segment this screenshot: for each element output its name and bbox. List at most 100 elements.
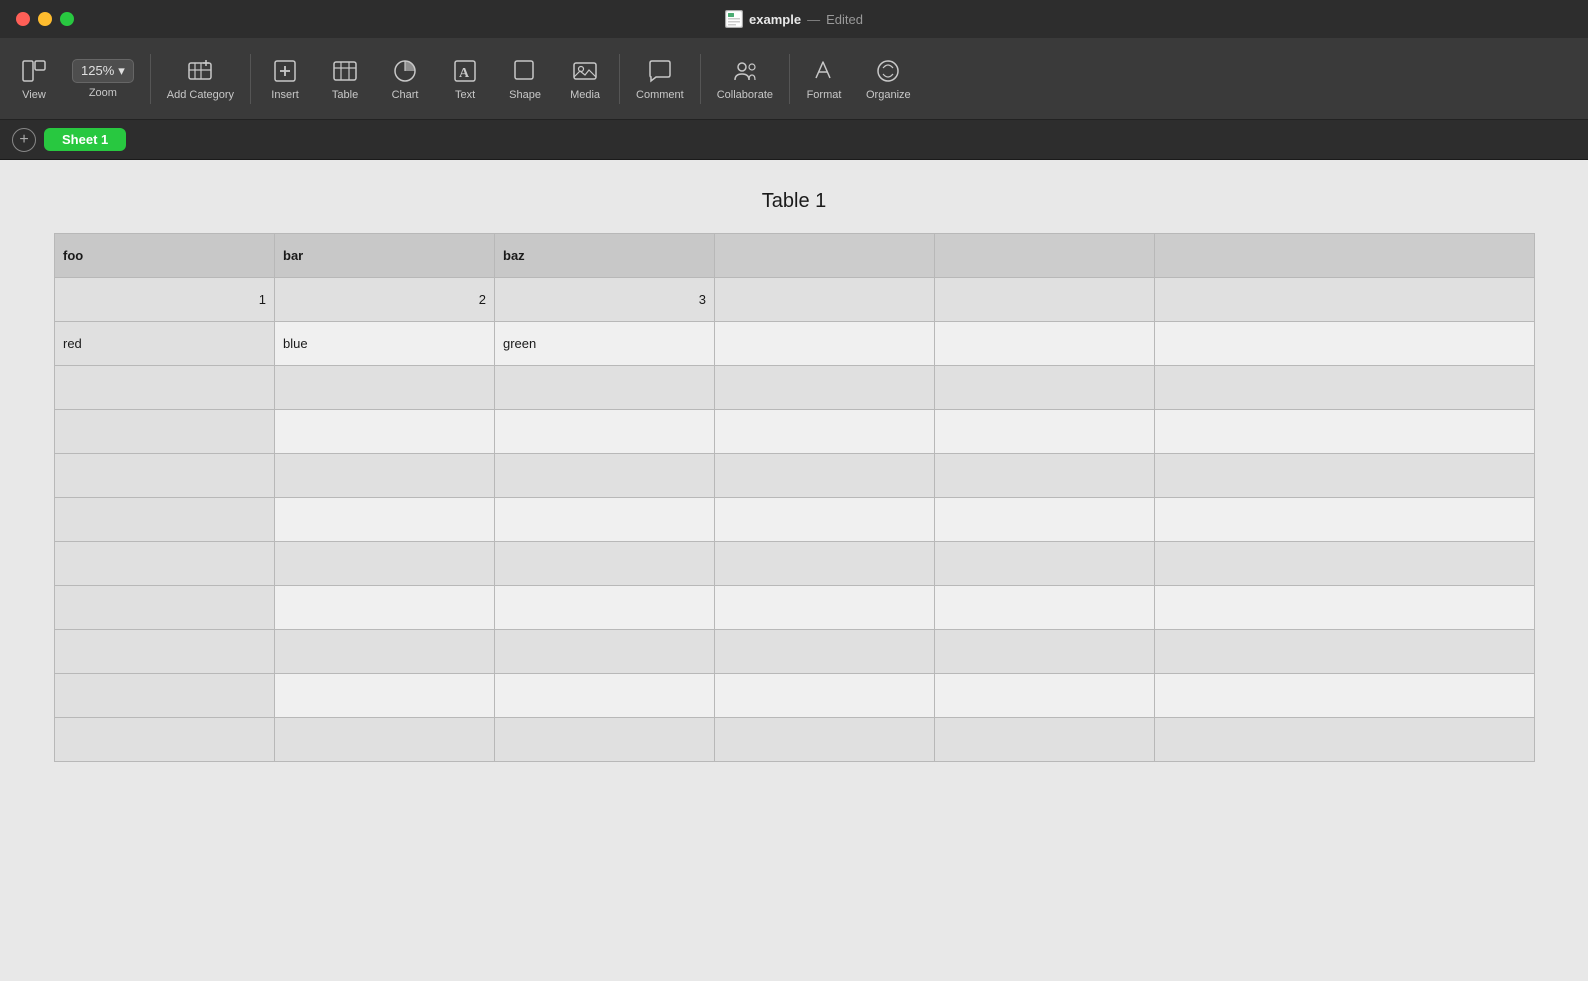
table-cell[interactable]: 2 xyxy=(275,278,495,322)
table-row xyxy=(55,498,1535,542)
separator-4 xyxy=(700,54,701,104)
zoom-button[interactable]: 125% ▾ xyxy=(72,59,134,83)
table-cell[interactable] xyxy=(935,278,1155,322)
table-cell[interactable] xyxy=(935,498,1155,542)
table-cell[interactable] xyxy=(275,586,495,630)
table-cell[interactable] xyxy=(495,454,715,498)
window-controls xyxy=(16,12,74,26)
table-cell[interactable] xyxy=(1155,410,1535,454)
table-cell[interactable] xyxy=(1155,278,1535,322)
titlebar: example — Edited xyxy=(0,0,1588,38)
table-cell[interactable] xyxy=(1155,674,1535,718)
table-cell[interactable] xyxy=(935,366,1155,410)
table-cell[interactable] xyxy=(935,542,1155,586)
table-cell[interactable] xyxy=(1155,586,1535,630)
table-cell[interactable] xyxy=(715,278,935,322)
table-cell[interactable] xyxy=(275,630,495,674)
table-cell[interactable] xyxy=(55,718,275,762)
table-cell[interactable] xyxy=(1155,498,1535,542)
table-cell[interactable] xyxy=(935,454,1155,498)
table-cell[interactable] xyxy=(715,454,935,498)
table-cell[interactable] xyxy=(495,674,715,718)
table-cell[interactable] xyxy=(275,366,495,410)
table-cell[interactable]: 3 xyxy=(495,278,715,322)
table-cell[interactable] xyxy=(1155,718,1535,762)
chart-button[interactable]: Chart xyxy=(375,44,435,114)
zoom-control[interactable]: 125% ▾ Zoom xyxy=(60,44,146,114)
insert-button[interactable]: Insert xyxy=(255,44,315,114)
table-cell[interactable] xyxy=(55,630,275,674)
table-cell[interactable] xyxy=(275,674,495,718)
table-cell[interactable] xyxy=(935,322,1155,366)
table-cell[interactable] xyxy=(715,674,935,718)
title-area: example — Edited xyxy=(725,10,863,28)
col-header-bar[interactable]: bar xyxy=(275,234,495,278)
organize-button[interactable]: Organize xyxy=(854,44,923,114)
table-cell[interactable] xyxy=(55,498,275,542)
table-cell[interactable] xyxy=(715,630,935,674)
table-cell[interactable] xyxy=(715,586,935,630)
table-cell[interactable]: red xyxy=(55,322,275,366)
sheet-tab-bar: + Sheet 1 xyxy=(0,120,1588,160)
add-category-button[interactable]: Add Category xyxy=(155,44,246,114)
table-cell[interactable] xyxy=(935,410,1155,454)
table-button[interactable]: Table xyxy=(315,44,375,114)
col-header-e[interactable] xyxy=(935,234,1155,278)
table-cell[interactable] xyxy=(55,674,275,718)
table-cell[interactable] xyxy=(715,718,935,762)
table-cell[interactable] xyxy=(495,718,715,762)
table-cell[interactable] xyxy=(935,674,1155,718)
chart-icon xyxy=(391,57,419,85)
table-cell[interactable] xyxy=(715,322,935,366)
table-cell[interactable] xyxy=(495,630,715,674)
table-cell[interactable] xyxy=(495,410,715,454)
table-cell[interactable] xyxy=(55,454,275,498)
table-cell[interactable] xyxy=(275,454,495,498)
table-cell[interactable] xyxy=(495,366,715,410)
media-button[interactable]: Media xyxy=(555,44,615,114)
table-cell[interactable]: 1 xyxy=(55,278,275,322)
table-cell[interactable] xyxy=(1155,542,1535,586)
table-cell[interactable] xyxy=(55,410,275,454)
table-cell[interactable] xyxy=(495,586,715,630)
table-cell[interactable] xyxy=(715,366,935,410)
table-cell[interactable] xyxy=(275,718,495,762)
table-cell[interactable] xyxy=(55,542,275,586)
col-header-d[interactable] xyxy=(715,234,935,278)
table-cell[interactable] xyxy=(275,410,495,454)
col-header-baz[interactable]: baz xyxy=(495,234,715,278)
format-button[interactable]: Format xyxy=(794,44,854,114)
comment-button[interactable]: Comment xyxy=(624,44,696,114)
table-cell[interactable] xyxy=(715,542,935,586)
table-cell[interactable] xyxy=(1155,454,1535,498)
table-cell[interactable] xyxy=(935,586,1155,630)
table-row xyxy=(55,410,1535,454)
minimize-button[interactable] xyxy=(38,12,52,26)
table-cell[interactable] xyxy=(495,542,715,586)
maximize-button[interactable] xyxy=(60,12,74,26)
table-cell[interactable] xyxy=(715,498,935,542)
table-cell[interactable] xyxy=(1155,322,1535,366)
table-cell[interactable] xyxy=(55,366,275,410)
table-cell[interactable] xyxy=(935,630,1155,674)
close-button[interactable] xyxy=(16,12,30,26)
sheet-tab-1[interactable]: Sheet 1 xyxy=(44,128,126,151)
table-cell[interactable]: blue xyxy=(275,322,495,366)
view-button[interactable]: View xyxy=(8,44,60,114)
title-separator: — xyxy=(807,12,820,27)
shape-button[interactable]: Shape xyxy=(495,44,555,114)
table-cell[interactable] xyxy=(935,718,1155,762)
add-sheet-button[interactable]: + xyxy=(12,128,36,152)
table-cell[interactable] xyxy=(715,410,935,454)
table-cell[interactable] xyxy=(1155,366,1535,410)
col-header-foo[interactable]: foo xyxy=(55,234,275,278)
col-header-f[interactable] xyxy=(1155,234,1535,278)
table-cell[interactable] xyxy=(1155,630,1535,674)
table-cell[interactable] xyxy=(275,498,495,542)
text-button[interactable]: A Text xyxy=(435,44,495,114)
table-cell[interactable]: green xyxy=(495,322,715,366)
table-cell[interactable] xyxy=(495,498,715,542)
collaborate-button[interactable]: Collaborate xyxy=(705,44,785,114)
table-cell[interactable] xyxy=(275,542,495,586)
table-cell[interactable] xyxy=(55,586,275,630)
